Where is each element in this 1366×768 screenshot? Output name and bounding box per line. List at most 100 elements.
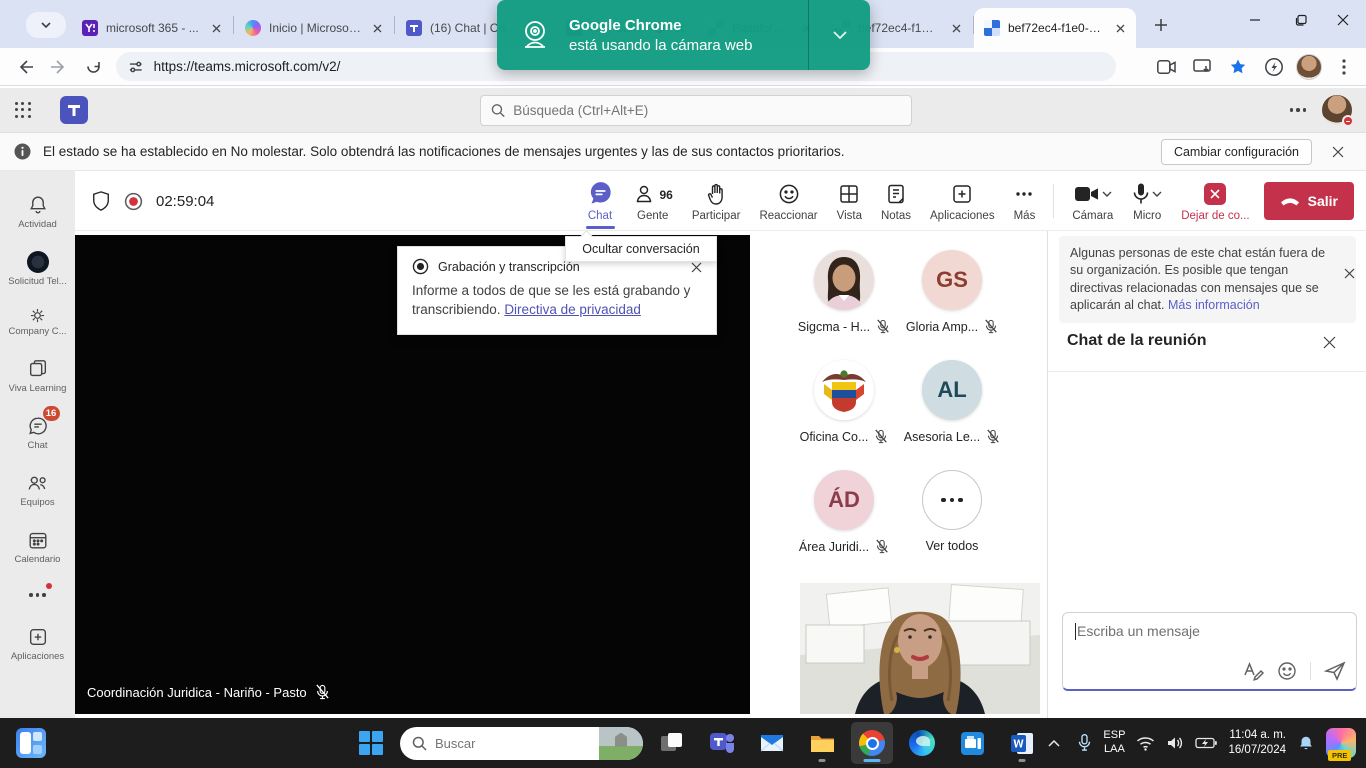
send-icon[interactable] <box>1324 661 1346 681</box>
widgets-button[interactable] <box>16 728 46 758</box>
new-tab-button[interactable] <box>1148 12 1174 38</box>
chevron-down-icon[interactable] <box>1152 191 1162 197</box>
toolbar-participar-button[interactable]: Participar <box>687 173 746 229</box>
extension-icon[interactable] <box>1260 53 1288 81</box>
emoji-icon[interactable] <box>1277 661 1297 681</box>
participant-tile[interactable]: Sigcma - H... <box>790 250 898 334</box>
taskbar-teams-icon[interactable] <box>701 722 743 764</box>
smiley-icon <box>777 182 801 206</box>
toolbar-stop-sharing-button[interactable]: Dejar de co... <box>1176 173 1254 229</box>
sidebar-more-button[interactable] <box>2 575 74 615</box>
taskbar-search-input[interactable] <box>435 736 565 751</box>
volume-icon[interactable] <box>1166 735 1184 751</box>
user-avatar[interactable] <box>1322 95 1352 125</box>
participant-tile[interactable]: ÁD Área Juridi... <box>790 470 898 554</box>
privacy-policy-link[interactable]: Directiva de privacidad <box>504 302 641 317</box>
taskbar-edge-icon[interactable] <box>901 722 943 764</box>
toolbar-vista-button[interactable]: Vista <box>832 173 867 229</box>
toolbar-mas-button[interactable]: Más <box>1009 173 1041 229</box>
tray-expand-icon[interactable] <box>1048 740 1060 747</box>
bookmark-star-icon[interactable] <box>1224 53 1252 81</box>
leave-meeting-button[interactable]: Salir <box>1264 182 1354 220</box>
tab-close-icon[interactable] <box>1112 20 1128 36</box>
camera-in-use-icon[interactable] <box>1152 53 1180 81</box>
participant-emblem-avatar <box>814 360 874 420</box>
window-minimize-button[interactable] <box>1232 0 1278 40</box>
task-view-button[interactable] <box>651 722 693 764</box>
meeting-toolbar: 02:59:04 Chat 96 Gente Participar Reacci… <box>75 171 1366 231</box>
site-permissions-icon[interactable] <box>128 59 144 75</box>
sidebar-item-company[interactable]: Company C... <box>2 297 74 347</box>
forward-button[interactable] <box>42 52 76 82</box>
chrome-menu-button[interactable] <box>1330 53 1358 81</box>
install-app-icon[interactable] <box>1188 53 1216 81</box>
taskbar-scanner-app-icon[interactable] <box>951 722 993 764</box>
taskbar-mail-icon[interactable] <box>751 722 793 764</box>
participant-name: Asesoria Le... <box>904 430 980 444</box>
chevron-down-icon[interactable] <box>1102 191 1112 197</box>
change-settings-button[interactable]: Cambiar configuración <box>1161 139 1312 165</box>
sidebar-item-calendario[interactable]: Calendario <box>2 518 74 575</box>
notification-bell-icon[interactable] <box>1297 734 1315 753</box>
sidebar-item-chat[interactable]: 16 Chat <box>2 404 74 461</box>
wifi-icon[interactable] <box>1136 736 1155 751</box>
camera-usage-notification[interactable]: Google Chrome está usando la cámara web <box>497 0 870 70</box>
taskbar-word-icon[interactable] <box>1001 722 1043 764</box>
message-composer[interactable]: Escriba un mensaje <box>1062 612 1357 691</box>
sidebar-item-viva-learning[interactable]: Viva Learning <box>2 347 74 404</box>
tab-close-icon[interactable] <box>369 20 385 36</box>
window-close-button[interactable] <box>1320 0 1366 40</box>
tray-mic-icon[interactable] <box>1077 733 1092 753</box>
toolbar-aplicaciones-button[interactable]: Aplicaciones <box>925 173 1000 229</box>
toolbar-notas-button[interactable]: Notas <box>876 173 916 229</box>
taskbar-search-box[interactable] <box>400 727 643 760</box>
back-button[interactable] <box>8 52 42 82</box>
sidebar-item-actividad[interactable]: Actividad <box>2 183 74 240</box>
browser-tab-1[interactable]: microsoft 365 - ... <box>72 8 232 48</box>
tab-close-icon[interactable] <box>948 20 964 36</box>
toolbar-gente-button[interactable]: 96 Gente <box>628 173 678 229</box>
sidebar-item-equipos[interactable]: Equipos <box>2 461 74 518</box>
grid-view-icon <box>837 182 861 206</box>
seal-icon <box>27 251 49 273</box>
teams-search-box[interactable] <box>480 95 912 126</box>
meeting-timer: 02:59:04 <box>156 193 214 210</box>
see-all-participants[interactable]: Ver todos <box>898 470 1006 553</box>
sidebar-item-solicitud[interactable]: Solicitud Tel... <box>2 240 74 297</box>
sidebar-item-aplicaciones[interactable]: Aplicaciones <box>2 615 74 672</box>
stop-sharing-icon <box>1204 183 1226 205</box>
toolbar-micro-button[interactable]: Micro <box>1127 173 1167 229</box>
toolbar-chat-button[interactable]: Chat <box>582 173 619 229</box>
record-icon <box>412 258 429 275</box>
toolbar-camara-button[interactable]: Cámara <box>1067 173 1118 229</box>
participant-tile[interactable]: Oficina Co... <box>790 360 898 444</box>
tab-close-icon[interactable] <box>208 20 224 36</box>
clock[interactable]: 11:04 a. m. 16/07/2024 <box>1228 728 1286 758</box>
teams-search-input[interactable] <box>513 103 901 118</box>
language-indicator[interactable]: ESP LAA <box>1103 729 1125 757</box>
tab-title: Inicio | Microsof... <box>269 21 361 35</box>
tab-search-button[interactable] <box>26 12 66 38</box>
chrome-profile-avatar[interactable] <box>1296 54 1322 80</box>
reload-button[interactable] <box>76 52 110 82</box>
window-maximize-button[interactable] <box>1278 0 1324 40</box>
battery-charging-icon[interactable] <box>1195 737 1217 749</box>
chat-panel-close-button[interactable] <box>1318 331 1340 353</box>
more-info-link[interactable]: Más información <box>1168 298 1260 312</box>
notice-close-button[interactable] <box>1339 263 1359 283</box>
copilot-icon[interactable]: PRE <box>1326 728 1356 758</box>
format-icon[interactable] <box>1242 661 1264 681</box>
toolbar-reaccionar-button[interactable]: Reaccionar <box>754 173 822 229</box>
start-button[interactable] <box>350 722 392 764</box>
teams-more-options-button[interactable] <box>1290 108 1307 112</box>
self-view-video[interactable] <box>800 583 1040 714</box>
browser-tab-2[interactable]: Inicio | Microsof... <box>235 8 393 48</box>
participant-tile[interactable]: AL Asesoria Le... <box>898 360 1006 444</box>
notification-expand-button[interactable] <box>808 0 870 70</box>
app-launcher-button[interactable] <box>0 88 46 133</box>
banner-close-button[interactable] <box>1324 138 1352 166</box>
taskbar-explorer-icon[interactable] <box>801 722 843 764</box>
taskbar-chrome-icon[interactable] <box>851 722 893 764</box>
browser-tab-active[interactable]: bef72ec4-f1e0-3... <box>974 8 1136 48</box>
participant-tile[interactable]: GS Gloria Amp... <box>898 250 1006 334</box>
